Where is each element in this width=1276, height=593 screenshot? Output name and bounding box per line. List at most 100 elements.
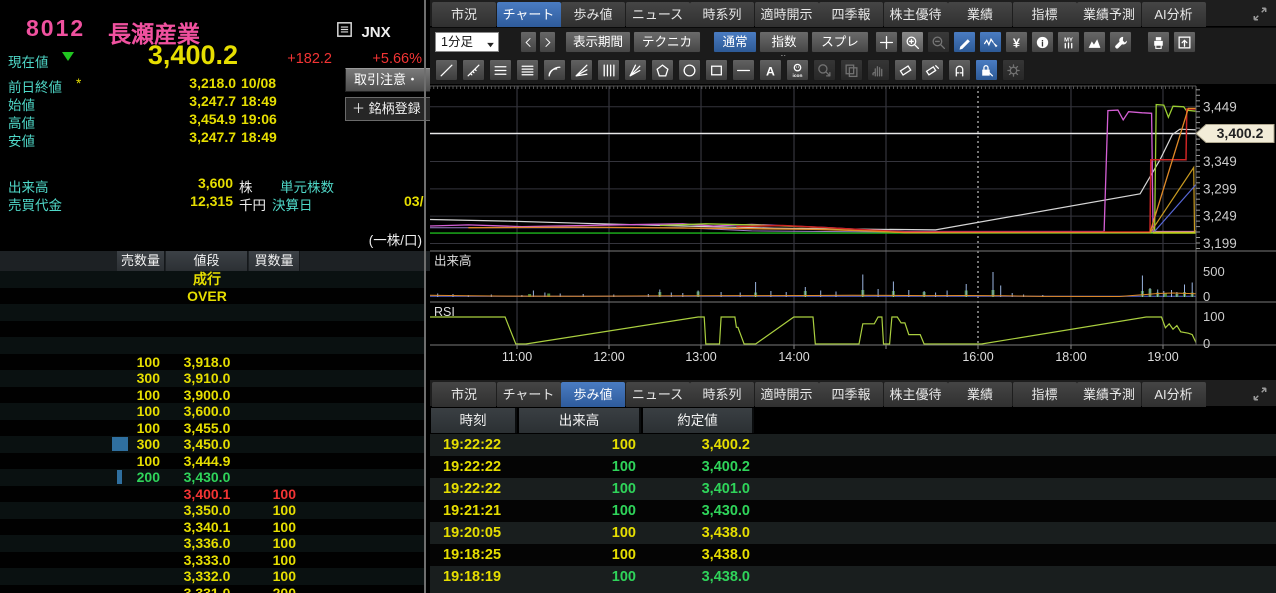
tab-歩み値[interactable]: 歩み値 [561,382,625,407]
order-book-row[interactable]: 成行 [0,271,424,288]
toolbar-button[interactable]: 表示期間 [565,31,631,53]
tab-歩み値[interactable]: 歩み値 [561,2,625,27]
order-book-row[interactable]: 3,340.1 100 [0,518,424,535]
toolbar-button[interactable]: 指数化 [759,31,809,69]
tab-四季報[interactable]: 四季報 [819,382,883,407]
tick-row[interactable] [430,588,1276,593]
svg-text:11:00: 11:00 [502,350,532,364]
crosshair-button[interactable] [875,31,898,53]
tab-適時開示[interactable]: 適時開示 [754,382,819,407]
order-book-row[interactable]: 100 3,444.9 [0,452,424,469]
rectangle-tool[interactable] [705,59,728,81]
order-book-row[interactable]: 200 3,430.0 [0,469,424,486]
tick-row[interactable]: 19:20:05 100 3,438.0 [430,522,1276,544]
tab-時系列[interactable]: 時系列 [690,2,754,27]
tab-チャート[interactable]: チャート [496,2,561,27]
order-book-row[interactable] [0,304,424,321]
eraser-tool[interactable] [894,59,917,81]
fib-arc-tool[interactable] [543,59,566,81]
tick-row[interactable]: 19:22:22 100 3,401.0 [430,478,1276,500]
tab-AI分析[interactable]: AI分析 [1141,382,1206,407]
hand-tool[interactable] [867,59,890,81]
order-book-row[interactable]: 300 3,910.0 [0,370,424,387]
tick-row[interactable]: 19:21:21 100 3,430.0 [430,500,1276,522]
order-book-row[interactable]: 100 3,900.0 [0,386,424,403]
tab-四季報[interactable]: 四季報 [819,2,883,27]
toolbar-button[interactable]: 通常 [713,31,757,53]
ruler-tool[interactable] [462,59,485,81]
tab-時系列[interactable]: 時系列 [690,382,754,407]
chev-right-button[interactable] [539,31,556,53]
h-lines-4-tool[interactable] [516,59,539,81]
tab-AI分析[interactable]: AI分析 [1141,2,1206,27]
order-book-row[interactable]: 3,333.0 100 [0,551,424,568]
lock-draw-tool[interactable] [975,59,998,81]
tab-ニュース[interactable]: ニュース [625,382,690,407]
order-book-row[interactable]: OVER [0,287,424,304]
copy-tool[interactable] [840,59,863,81]
order-book-row[interactable] [0,337,424,354]
mountain-button[interactable] [1083,31,1106,53]
tab-業績予測[interactable]: 業績予測 [1077,382,1141,407]
magnet-tool[interactable] [948,59,971,81]
gear-tool[interactable] [1002,59,1025,81]
tab-ニュース[interactable]: ニュース [625,2,690,27]
order-book-row[interactable]: 3,331.0 200 [0,584,424,593]
tick-row[interactable]: 19:18:25 100 3,438.0 [430,544,1276,566]
v-lines-tool[interactable] [597,59,620,81]
order-book-row[interactable]: 3,332.0 100 [0,568,424,585]
tab-株主優待[interactable]: 株主優待 [883,2,948,27]
pentagon-tool[interactable] [651,59,674,81]
tab-指標[interactable]: 指標 [1012,382,1077,407]
angle-fan-tool[interactable] [624,59,647,81]
tab-業績[interactable]: 業績 [948,382,1012,407]
tick-row[interactable]: 19:18:19 100 3,438.0 [430,566,1276,588]
price-cursor-button[interactable] [979,31,1002,53]
my-indicator-button[interactable]: MY [1057,31,1080,53]
time-shift-tool[interactable] [813,59,836,81]
icon-stamp-tool[interactable]: icon [786,59,809,81]
expand-icon[interactable] [1252,386,1268,402]
tab-業績[interactable]: 業績 [948,2,1012,27]
yen-button[interactable]: ¥ [1005,31,1028,53]
zoom-in-button[interactable] [901,31,924,53]
tab-業績予測[interactable]: 業績予測 [1077,2,1141,27]
order-book-row[interactable]: 3,350.0 100 [0,502,424,519]
export-button[interactable] [1173,31,1196,53]
printer-button[interactable] [1147,31,1170,53]
h-lines-3-tool[interactable] [489,59,512,81]
ellipse-tool[interactable] [678,59,701,81]
period-select[interactable]: 1分足 [435,32,499,52]
toolbar-button[interactable]: テクニカル [633,31,701,69]
pencil-button[interactable] [953,31,976,53]
order-book-row[interactable]: 300 3,450.0 [0,436,424,453]
trade-caution-button[interactable]: 取引注意・ [345,68,430,92]
order-book-row[interactable]: 100 3,455.0 [0,419,424,436]
toolbar-button[interactable]: スプレッド [811,31,869,69]
h-line-tool[interactable] [732,59,755,81]
tick-row[interactable]: 19:22:22 100 3,400.2 [430,434,1276,456]
trend-line-tool[interactable] [435,59,458,81]
tab-市況[interactable]: 市況 [432,2,496,27]
order-book-row[interactable]: 100 3,600.0 [0,403,424,420]
order-book-row[interactable]: 3,400.1 100 [0,485,424,502]
price-chart[interactable]: 3,449 3,349 3,299 3,249 3,199 3,400.2 500 0 100 0… [430,84,1276,380]
order-book-row[interactable]: 3,336.0 100 [0,535,424,552]
order-book-row[interactable]: 100 3,918.0 [0,353,424,370]
fan-lines-tool[interactable] [570,59,593,81]
tick-row[interactable]: 19:22:22 100 3,400.2 [430,456,1276,478]
chev-left-button[interactable] [520,31,537,53]
zoom-out-button[interactable] [927,31,950,53]
tab-株主優待[interactable]: 株主優待 [883,382,948,407]
tab-指標[interactable]: 指標 [1012,2,1077,27]
tab-適時開示[interactable]: 適時開示 [754,2,819,27]
tab-市況[interactable]: 市況 [432,382,496,407]
text-tool[interactable]: A [759,59,782,81]
info-button[interactable]: i [1031,31,1054,53]
tab-チャート[interactable]: チャート [496,382,561,407]
order-book-row[interactable] [0,320,424,337]
wrench-button[interactable] [1109,31,1132,53]
eraser-all-tool[interactable] [921,59,944,81]
register-stock-button[interactable]: ＋ 銘柄登録 [345,97,430,121]
expand-icon[interactable] [1252,6,1268,22]
